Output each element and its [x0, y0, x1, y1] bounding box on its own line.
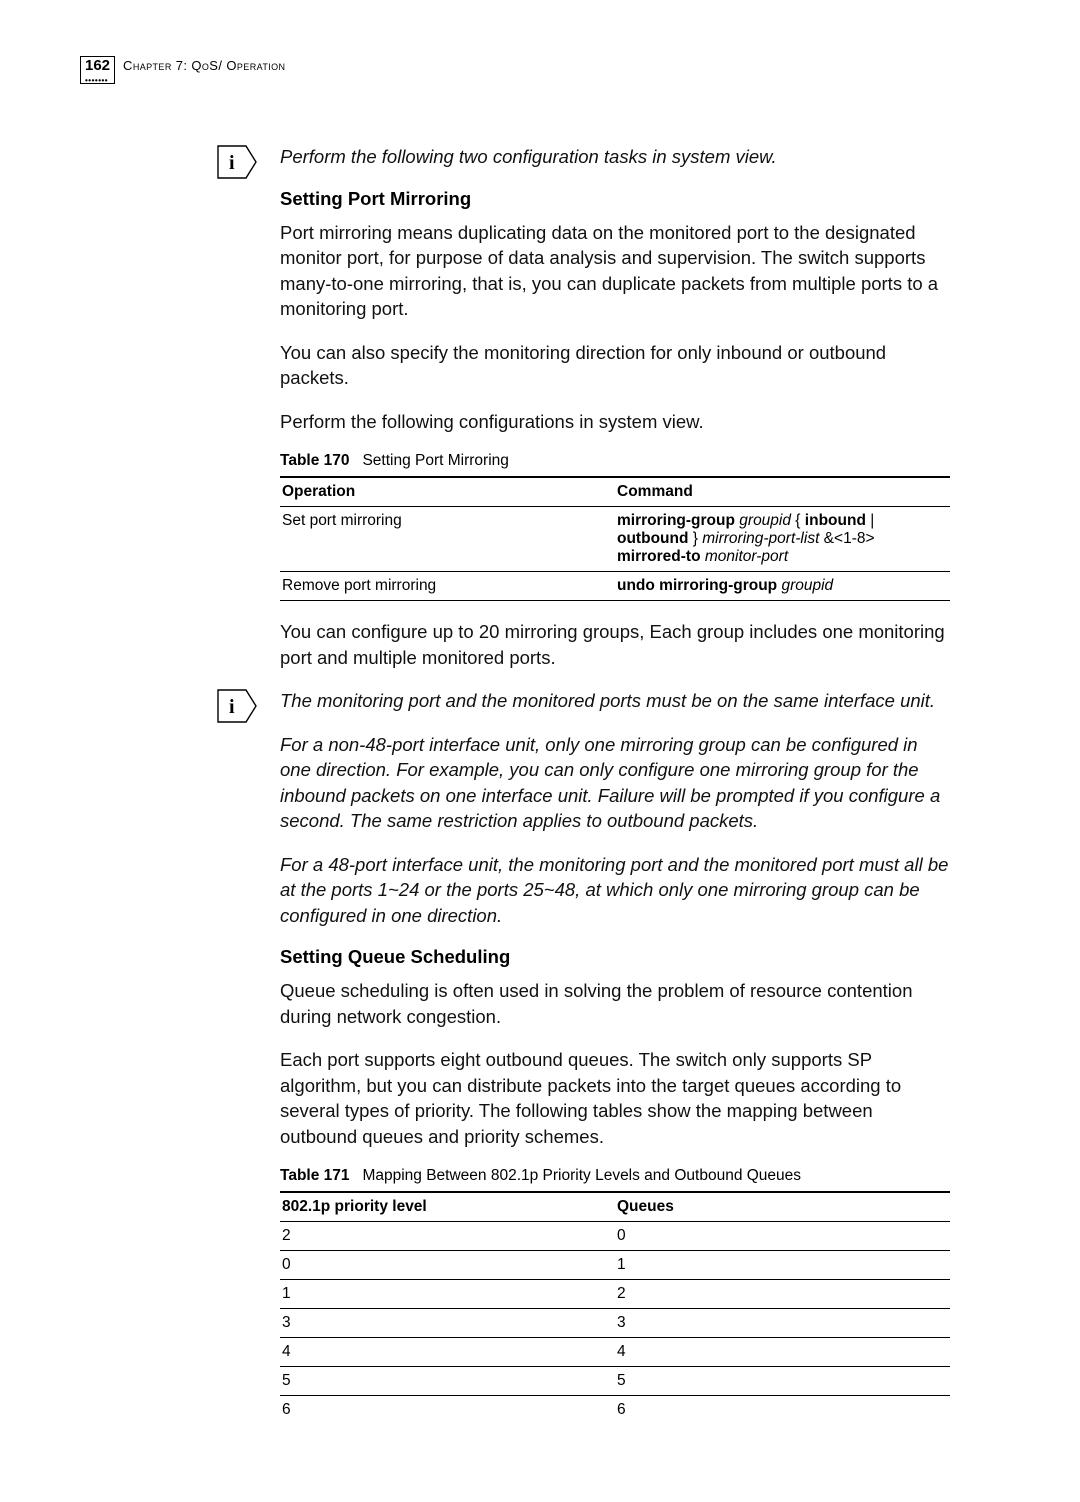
note-2: For a non-48-port interface unit, only o… [280, 732, 950, 834]
t170-head-operation: Operation [280, 477, 615, 507]
table-row: 66 [280, 1396, 950, 1425]
table-170-label: Table 170 [280, 452, 350, 469]
decorative-dots: ••••••• [85, 76, 110, 85]
table-171: 802.1p priority level Queues 20011233445… [280, 1191, 950, 1424]
pm-after-table: You can configure up to 20 mirroring gro… [280, 619, 950, 670]
t170-cmd-cell: mirroring-group groupid { inbound | outb… [615, 507, 950, 572]
t171-level-cell: 6 [280, 1396, 615, 1425]
qs-paragraph-1: Queue scheduling is often used in solvin… [280, 978, 950, 1029]
t171-level-cell: 0 [280, 1251, 615, 1280]
t171-queue-cell: 6 [615, 1396, 950, 1425]
t170-op-cell: Remove port mirroring [280, 572, 615, 601]
page: 162 ••••••• Chapter 7: QoS/ Operation i … [0, 0, 1080, 1502]
page-header: 162 ••••••• Chapter 7: QoS/ Operation [80, 56, 1020, 84]
table-170-caption: Table 170 Setting Port Mirroring [280, 452, 950, 470]
info-block-1: i Perform the following two configuratio… [280, 144, 950, 170]
table-row: 33 [280, 1309, 950, 1338]
t171-level-cell: 5 [280, 1367, 615, 1396]
t170-cmd-cell: undo mirroring-group groupid [615, 572, 950, 601]
table-row: Set port mirroringmirroring-group groupi… [280, 507, 950, 572]
page-number: 162 [85, 57, 110, 74]
t171-queue-cell: 4 [615, 1338, 950, 1367]
info-block-2: i The monitoring port and the monitored … [280, 688, 950, 714]
table-row: 01 [280, 1251, 950, 1280]
table-170: Operation Command Set port mirroringmirr… [280, 476, 950, 601]
table-row: 44 [280, 1338, 950, 1367]
pm-paragraph-2: You can also specify the monitoring dire… [280, 340, 950, 391]
t171-queue-cell: 1 [615, 1251, 950, 1280]
chapter-breadcrumb: Chapter 7: QoS/ Operation [123, 56, 285, 73]
t171-level-cell: 3 [280, 1309, 615, 1338]
t170-op-cell: Set port mirroring [280, 507, 615, 572]
t171-level-cell: 1 [280, 1280, 615, 1309]
table-row: 55 [280, 1367, 950, 1396]
t171-head-queues: Queues [615, 1192, 950, 1222]
t171-level-cell: 2 [280, 1222, 615, 1251]
svg-text:i: i [229, 696, 235, 718]
table-row: 20 [280, 1222, 950, 1251]
heading-port-mirroring: Setting Port Mirroring [280, 188, 950, 210]
t171-queue-cell: 3 [615, 1309, 950, 1338]
table-171-label: Table 171 [280, 1167, 350, 1184]
content-column: i Perform the following two configuratio… [280, 144, 950, 1424]
qs-paragraph-2: Each port supports eight outbound queues… [280, 1047, 950, 1149]
t170-head-command: Command [615, 477, 950, 507]
t171-queue-cell: 2 [615, 1280, 950, 1309]
t171-level-cell: 4 [280, 1338, 615, 1367]
svg-text:i: i [229, 152, 235, 174]
t171-head-level: 802.1p priority level [280, 1192, 615, 1222]
heading-queue-scheduling: Setting Queue Scheduling [280, 946, 950, 968]
note-3: For a 48-port interface unit, the monito… [280, 852, 950, 929]
info-icon: i [216, 688, 258, 729]
table-171-caption: Table 171 Mapping Between 802.1p Priorit… [280, 1167, 950, 1185]
info-icon: i [216, 144, 258, 185]
t171-queue-cell: 0 [615, 1222, 950, 1251]
table-row: Remove port mirroringundo mirroring-grou… [280, 572, 950, 601]
table-171-title: Mapping Between 802.1p Priority Levels a… [362, 1167, 801, 1184]
t171-queue-cell: 5 [615, 1367, 950, 1396]
table-row: 12 [280, 1280, 950, 1309]
intro-note: Perform the following two configuration … [280, 144, 950, 170]
pm-paragraph-1: Port mirroring means duplicating data on… [280, 220, 950, 322]
note-1: The monitoring port and the monitored po… [280, 688, 950, 714]
pm-paragraph-3: Perform the following configurations in … [280, 409, 950, 435]
page-number-box: 162 ••••••• [80, 56, 115, 84]
table-170-title: Setting Port Mirroring [362, 452, 508, 469]
page-number-wrap: 162 ••••••• [80, 56, 115, 84]
